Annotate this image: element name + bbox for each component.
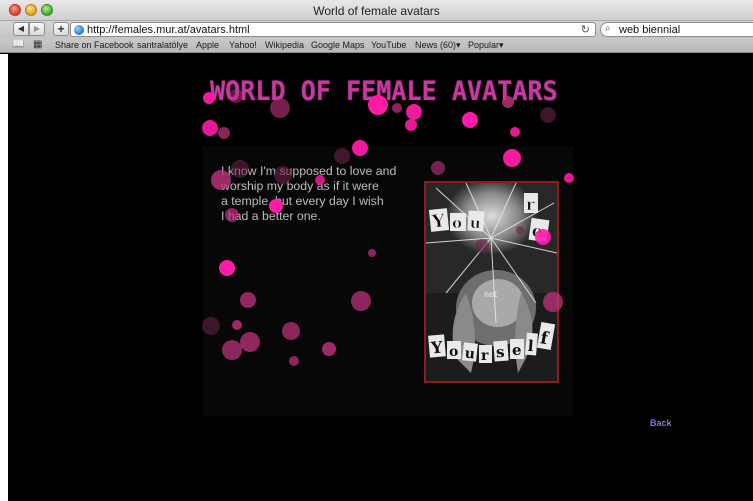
bubble: [510, 127, 520, 137]
artwork-letter: u: [469, 214, 481, 233]
bookmark-wikipedia[interactable]: Wikipedia: [265, 40, 304, 50]
page-left-edge: [0, 54, 8, 501]
bookmark-apple[interactable]: Apple: [196, 40, 219, 50]
artwork-letter: o: [449, 344, 458, 360]
url-text[interactable]: http://females.mur.at/avatars.html: [87, 24, 250, 36]
address-bar[interactable]: http://females.mur.at/avatars.html ↻: [70, 22, 596, 37]
bookmark-share-on-facebook[interactable]: Share on Facebook: [55, 40, 134, 50]
browser-window: World of female avatars ◀ ▶ + http://fem…: [0, 0, 753, 501]
bubble: [540, 107, 556, 123]
avatar-collage-image: Y o u r e not Y o u r s e l f: [426, 183, 557, 381]
artwork-letter: u: [464, 346, 476, 363]
artwork-letter: s: [495, 343, 505, 362]
bookmark-yahoo[interactable]: Yahoo!: [229, 40, 257, 50]
bubble: [218, 127, 230, 139]
add-bookmark-button[interactable]: +: [53, 22, 69, 36]
search-input[interactable]: ⌕ web biennial: [600, 22, 753, 37]
page-title: WORLD OF FEMALE AVATARS: [210, 76, 558, 107]
bubble: [202, 120, 218, 136]
artwork-letter: e: [512, 341, 522, 359]
artwork-letter: o: [452, 214, 462, 232]
search-value[interactable]: web biennial: [619, 24, 680, 36]
back-link[interactable]: Back: [650, 418, 672, 428]
avatar-artwork: Y o u r e not Y o u r s e l f: [424, 181, 559, 383]
bookmark-news-folder[interactable]: News (60)▾: [415, 40, 461, 51]
globe-icon: [74, 25, 84, 35]
quote-line: a temple, but every day I wish: [221, 194, 384, 208]
toolbar: ◀ ▶ + http://females.mur.at/avatars.html…: [0, 21, 753, 38]
quote-line: worship my body as if it were: [221, 179, 379, 193]
quote-line: I know I'm supposed to love and: [221, 164, 397, 178]
window-title: World of female avatars: [313, 4, 440, 18]
forward-button[interactable]: ▶: [29, 22, 45, 36]
top-sites-grid-icon[interactable]: ▦: [33, 39, 42, 50]
back-button[interactable]: ◀: [13, 22, 29, 36]
bubble: [405, 119, 417, 131]
bubble: [462, 112, 478, 128]
artwork-letter: r: [481, 348, 489, 364]
book-icon[interactable]: 📖: [12, 39, 24, 50]
bookmark-youtube[interactable]: YouTube: [371, 40, 406, 50]
reload-icon[interactable]: ↻: [581, 23, 590, 36]
search-icon[interactable]: ⌕: [605, 23, 611, 34]
avatar-quote: I know I'm supposed to love and worship …: [221, 164, 421, 224]
quote-line: I had a better one.: [221, 209, 321, 223]
bookmark-santralatolye[interactable]: santralatölye: [137, 40, 188, 50]
bookmarks-bar: 📖 ▦ Share on Facebook santralatölye Appl…: [0, 38, 753, 53]
artwork-letter: r: [526, 195, 535, 214]
title-bar: World of female avatars: [0, 0, 753, 21]
web-page: WORLD OF FEMALE AVATARS I know I'm suppo…: [0, 54, 753, 501]
artwork-word-not: not: [484, 290, 497, 299]
bookmark-google-maps[interactable]: Google Maps: [311, 40, 365, 50]
artwork-letter: Y: [429, 338, 444, 358]
bookmark-popular-folder[interactable]: Popular▾: [468, 40, 504, 51]
